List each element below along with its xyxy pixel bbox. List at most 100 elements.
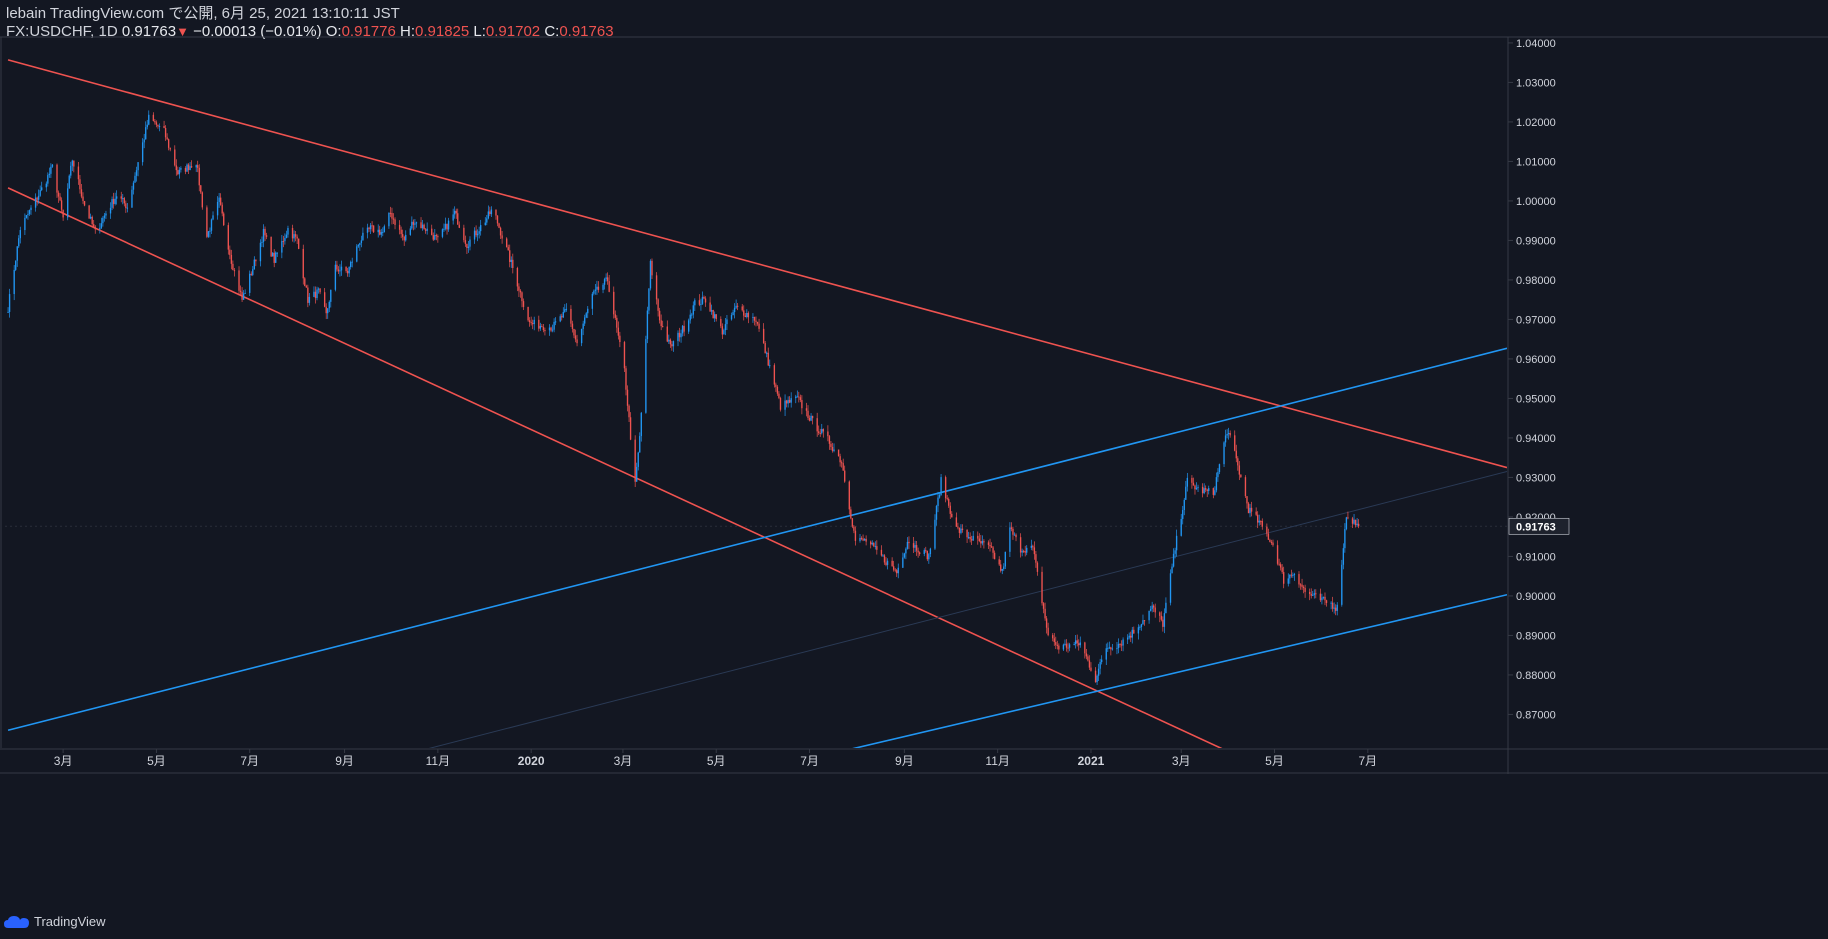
candle-body xyxy=(799,397,802,401)
candle-body xyxy=(998,559,1000,565)
candle-body xyxy=(796,396,798,398)
candle-body xyxy=(769,365,771,367)
candle-body xyxy=(1175,535,1178,551)
candle-body xyxy=(455,210,457,214)
candle-body xyxy=(559,316,561,322)
candle-body xyxy=(1344,528,1346,549)
candle-body xyxy=(870,541,872,545)
price-chart[interactable]: 0.870000.880000.890000.900000.910000.920… xyxy=(0,0,1828,939)
candle-body xyxy=(594,289,597,291)
candle-body xyxy=(576,339,578,344)
candle-body xyxy=(637,452,639,467)
candle-body xyxy=(1185,486,1187,500)
candle-body xyxy=(628,405,630,418)
candle-body xyxy=(109,207,112,214)
candle-body xyxy=(1122,639,1124,646)
candle-body xyxy=(623,342,626,369)
candle-body xyxy=(137,162,139,171)
candle-body xyxy=(608,281,610,292)
candle-body xyxy=(1172,553,1175,567)
candle-body xyxy=(897,567,899,574)
candle-body xyxy=(317,288,320,290)
candle-body xyxy=(1090,667,1092,671)
candle-body xyxy=(701,296,704,304)
candle-body xyxy=(606,277,609,282)
candle-body xyxy=(261,241,263,243)
candle-body xyxy=(123,198,125,204)
candle-body xyxy=(463,227,465,241)
candle-body xyxy=(1312,594,1314,596)
candle-body xyxy=(1110,647,1112,650)
candle-body xyxy=(1356,523,1358,526)
candle-body xyxy=(1330,602,1332,604)
candle-body xyxy=(89,216,92,219)
candle-body xyxy=(45,183,47,188)
candle-body xyxy=(434,235,436,240)
candle-body xyxy=(1304,587,1306,592)
candle-body xyxy=(1260,520,1262,522)
candle-body xyxy=(669,339,672,345)
axes: 0.870000.880000.890000.900000.910000.920… xyxy=(0,36,1828,774)
candle-body xyxy=(259,242,262,262)
candle-body xyxy=(840,462,843,464)
candle-body xyxy=(691,314,693,316)
candle-body xyxy=(918,552,921,554)
candle-body xyxy=(1162,619,1164,627)
trend-lines[interactable] xyxy=(7,59,1507,939)
candle-body xyxy=(767,352,769,366)
x-tick-label: 3月 xyxy=(54,754,73,768)
candle-body xyxy=(1347,517,1349,519)
candle-body xyxy=(255,259,257,262)
candle-body xyxy=(394,219,396,225)
candle-body xyxy=(1021,550,1023,553)
candle-body xyxy=(967,537,970,539)
candle-body xyxy=(787,399,789,404)
candle-body xyxy=(291,228,294,239)
candle-body xyxy=(966,530,968,538)
candle-body xyxy=(249,273,251,293)
candle-body xyxy=(617,327,620,336)
candle-body xyxy=(296,236,298,239)
candle-body xyxy=(400,229,402,235)
candle-body xyxy=(522,301,525,307)
candle-body xyxy=(132,182,135,190)
candle-body xyxy=(929,548,932,555)
candle-body xyxy=(122,198,124,200)
candle-body xyxy=(928,554,930,560)
candle-body xyxy=(1237,458,1239,466)
candle-body xyxy=(498,223,500,228)
candle-body xyxy=(634,439,636,482)
candle-body xyxy=(1212,488,1215,495)
candle-body xyxy=(726,319,728,325)
candle-body xyxy=(146,124,148,128)
candle-body xyxy=(420,222,422,229)
candle-body xyxy=(948,499,950,506)
candle-body xyxy=(709,302,711,312)
candle-body xyxy=(784,400,786,410)
candle-body xyxy=(1013,534,1016,536)
candle-body xyxy=(795,396,797,399)
candle-body xyxy=(88,205,90,219)
candle-body xyxy=(1246,496,1248,504)
candle-body xyxy=(908,541,910,544)
candle-body xyxy=(1105,648,1107,660)
candle-body xyxy=(1116,648,1118,650)
candle-body xyxy=(1235,450,1237,459)
candle-body xyxy=(818,431,820,433)
candle-body xyxy=(47,175,49,184)
y-tick-label: 0.90000 xyxy=(1516,591,1556,603)
candle-body xyxy=(186,164,188,172)
y-tick-label: 0.99000 xyxy=(1516,235,1556,247)
candle-body xyxy=(1100,659,1103,663)
candle-body xyxy=(788,399,791,403)
candle-body xyxy=(1336,604,1338,611)
footer-brand[interactable]: TradingView xyxy=(4,914,106,929)
candle-body xyxy=(681,325,684,334)
candle-body xyxy=(201,192,203,208)
candle-body xyxy=(1056,644,1059,646)
candle-body xyxy=(970,539,973,541)
candle-body xyxy=(1078,643,1080,646)
candle-body xyxy=(773,365,776,385)
candle-body xyxy=(1287,578,1289,584)
candle-body xyxy=(1137,627,1140,634)
